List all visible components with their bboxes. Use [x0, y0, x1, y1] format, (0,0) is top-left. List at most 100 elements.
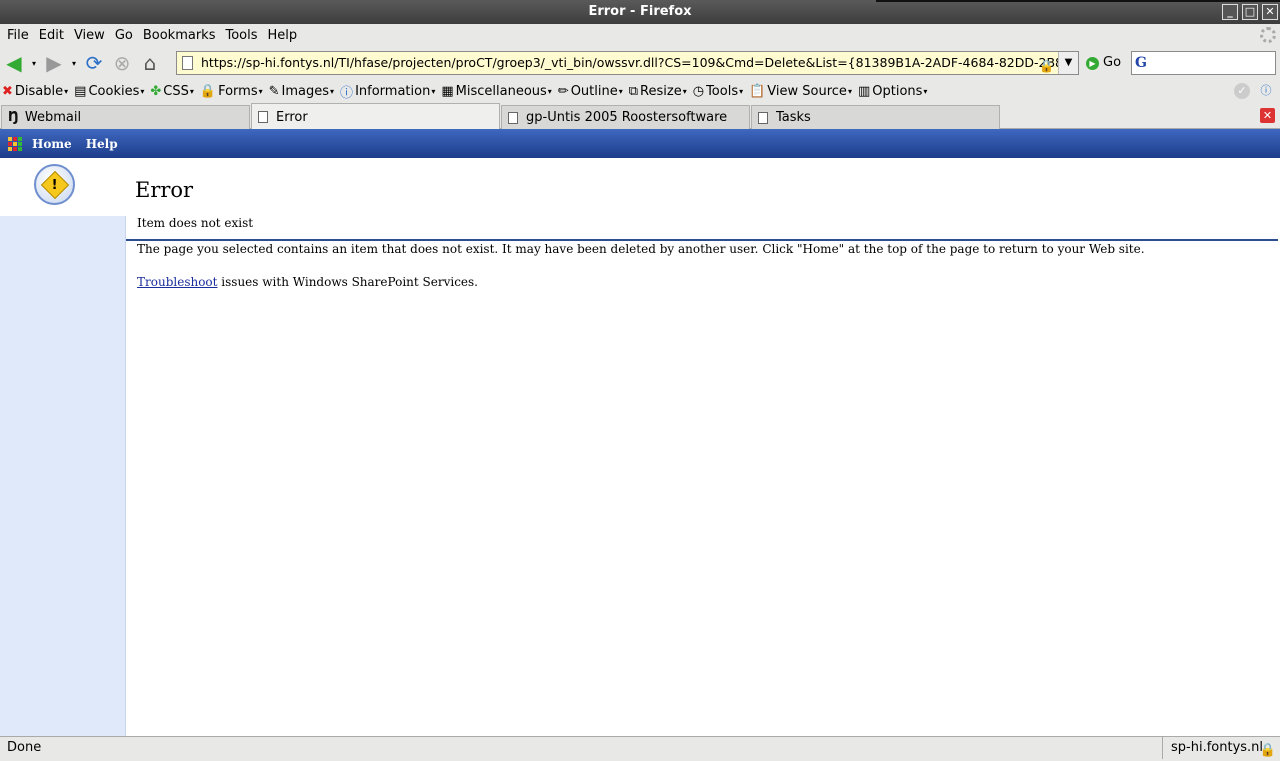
url-field[interactable]: https://sp-hi.fontys.nl/TI/hfase/project… [176, 51, 1079, 75]
troubleshoot-line: Troubleshoot issues with Windows SharePo… [137, 274, 1145, 290]
menu-edit[interactable]: Edit [34, 28, 69, 43]
dev-tools-menu[interactable]: ◷ Tools ▾ [693, 84, 743, 99]
help-link[interactable]: Help [86, 137, 118, 151]
menu-help[interactable]: Help [263, 28, 303, 43]
maximize-icon[interactable]: □ [1242, 4, 1258, 20]
dev-outline-label: Outline [570, 83, 618, 99]
status-text: Done [7, 740, 42, 755]
home-button[interactable]: ⌂ [136, 49, 164, 77]
forward-history-dropdown[interactable]: ▾ [68, 49, 80, 77]
menu-file[interactable]: File [2, 28, 34, 43]
dev-miscellaneous-menu[interactable]: ▦ Miscellaneous ▾ [441, 84, 551, 99]
dev-css-menu[interactable]: ✤ CSS ▾ [150, 84, 194, 99]
back-arrow-icon: ◀ [6, 51, 22, 75]
page-icon [182, 56, 193, 70]
close-tab-icon[interactable]: ✕ [1260, 108, 1275, 123]
view-source-icon: 📋 [749, 83, 766, 99]
page-icon [258, 111, 268, 123]
throbber-icon [1260, 27, 1276, 43]
dev-toolbar-status: ✓ ⓘ [1234, 83, 1274, 99]
dev-options-menu[interactable]: ▥ Options ▾ [858, 84, 927, 99]
dev-resize-menu[interactable]: ⧉ Resize ▾ [629, 84, 687, 99]
go-button[interactable]: ▶ Go [1086, 52, 1121, 74]
forward-arrow-icon: ▶ [46, 51, 62, 75]
menu-bookmarks[interactable]: Bookmarks [138, 28, 221, 43]
dev-forms-label: Forms [218, 83, 258, 99]
stop-icon: ⊗ [113, 51, 131, 75]
back-button[interactable]: ◀ [0, 49, 28, 77]
dev-forms-menu[interactable]: 🔒 Forms ▾ [200, 84, 263, 99]
stop-button[interactable]: ⊗ [108, 49, 136, 77]
tab-tasks[interactable]: Tasks [751, 105, 1000, 129]
error-body: Item does not exist The page you selecte… [137, 215, 1145, 300]
menu-go[interactable]: Go [110, 28, 138, 43]
menu-tools[interactable]: Tools [220, 28, 262, 43]
go-label: Go [1103, 55, 1122, 70]
dev-images-menu[interactable]: ✎ Images ▾ [269, 84, 334, 99]
options-icon: ▥ [857, 83, 871, 99]
dropdown-arrow-icon: ▾ [739, 86, 744, 96]
page-icon [758, 111, 768, 124]
dev-disable-menu[interactable]: ✖ Disable ▾ [2, 84, 68, 99]
tab-bar: Ŋ Webmail Error gp-Untis 2005 Roostersoft… [0, 103, 1280, 130]
validation-check-icon[interactable]: ✓ [1234, 83, 1250, 99]
dev-view-source-menu[interactable]: 📋 View Source ▾ [749, 84, 852, 99]
dropdown-arrow-icon: ▾ [431, 86, 436, 96]
reload-icon: ⟳ [85, 51, 103, 75]
home-link[interactable]: Home [32, 137, 72, 151]
window-titlebar: Error - Firefox _ □ ✕ [0, 0, 1280, 24]
dev-disable-label: Disable [14, 83, 64, 99]
tab-webmail[interactable]: Ŋ Webmail [1, 105, 250, 129]
dev-outline-menu[interactable]: ✏ Outline ▾ [558, 84, 623, 99]
web-developer-toolbar: ✖ Disable ▾ ▤ Cookies ▾ ✤ CSS ▾ 🔒 Forms ▾ ✎ Image… [0, 80, 1280, 102]
page-content: Home Help ! Error Item does not exist Th… [0, 129, 1280, 736]
disable-icon: ✖ [2, 83, 13, 99]
dropdown-arrow-icon: ▾ [547, 86, 552, 96]
dev-cookies-label: Cookies [88, 83, 140, 99]
tab-error[interactable]: Error [251, 103, 500, 130]
troubleshoot-link[interactable]: Troubleshoot [137, 275, 217, 289]
url-dropdown-button[interactable]: ▼ [1058, 52, 1078, 74]
dropdown-arrow-icon: ▾ [64, 86, 69, 96]
dropdown-arrow-icon: ▾ [618, 86, 623, 96]
dev-images-label: Images [281, 83, 330, 99]
dropdown-arrow-icon: ▾ [330, 86, 335, 96]
tab-label: gp-Untis 2005 Roostersoftware [526, 110, 728, 125]
close-icon[interactable]: ✕ [1262, 4, 1278, 20]
tab-label: Webmail [24, 110, 82, 125]
info-status-icon[interactable]: ⓘ [1258, 83, 1274, 99]
error-message: The page you selected contains an item t… [137, 242, 1145, 256]
page-icon [508, 111, 518, 124]
troubleshoot-text: issues with Windows SharePoint Services. [217, 275, 478, 289]
tab-gp-untis[interactable]: gp-Untis 2005 Roostersoftware [501, 105, 750, 129]
menu-view[interactable]: View [69, 28, 110, 43]
webmail-favicon-icon: Ŋ [8, 110, 19, 125]
dev-miscellaneous-label: Miscellaneous [455, 83, 547, 99]
status-host-panel[interactable]: sp-hi.fontys.nl 🔒 [1162, 737, 1280, 759]
status-bar: Done sp-hi.fontys.nl 🔒 [0, 736, 1280, 759]
dropdown-arrow-icon: ▾ [682, 86, 687, 96]
css-icon: ✤ [150, 83, 162, 99]
page-title: Error [135, 178, 194, 202]
forward-button[interactable]: ▶ [40, 49, 68, 77]
window-title: Error - Firefox [588, 4, 692, 19]
information-icon: ⓘ [340, 85, 354, 101]
tab-label: Error [276, 109, 308, 125]
dev-information-menu[interactable]: ⓘ Information ▾ [340, 82, 435, 101]
error-message-title: Item does not exist [137, 216, 254, 230]
error-header: ! Error [0, 158, 1280, 241]
url-text: https://sp-hi.fontys.nl/TI/hfase/project… [201, 55, 1064, 70]
google-search-engine-icon[interactable]: G [1135, 55, 1147, 71]
dev-tools-label: Tools [706, 83, 739, 99]
reload-button[interactable]: ⟳ [80, 49, 108, 77]
outline-pencil-icon: ✏ [557, 83, 569, 99]
lock-icon: 🔒 [1039, 59, 1054, 73]
minimize-icon[interactable]: _ [1222, 4, 1238, 20]
miscellaneous-icon: ▦ [441, 83, 454, 99]
back-history-dropdown[interactable]: ▾ [28, 49, 40, 77]
warning-icon: ! [34, 164, 75, 205]
dev-cookies-menu[interactable]: ▤ Cookies ▾ [74, 84, 144, 99]
dropdown-arrow-icon: ▾ [140, 86, 145, 96]
sharepoint-top-bar: Home Help [0, 129, 1280, 158]
search-input[interactable]: G [1131, 51, 1276, 75]
